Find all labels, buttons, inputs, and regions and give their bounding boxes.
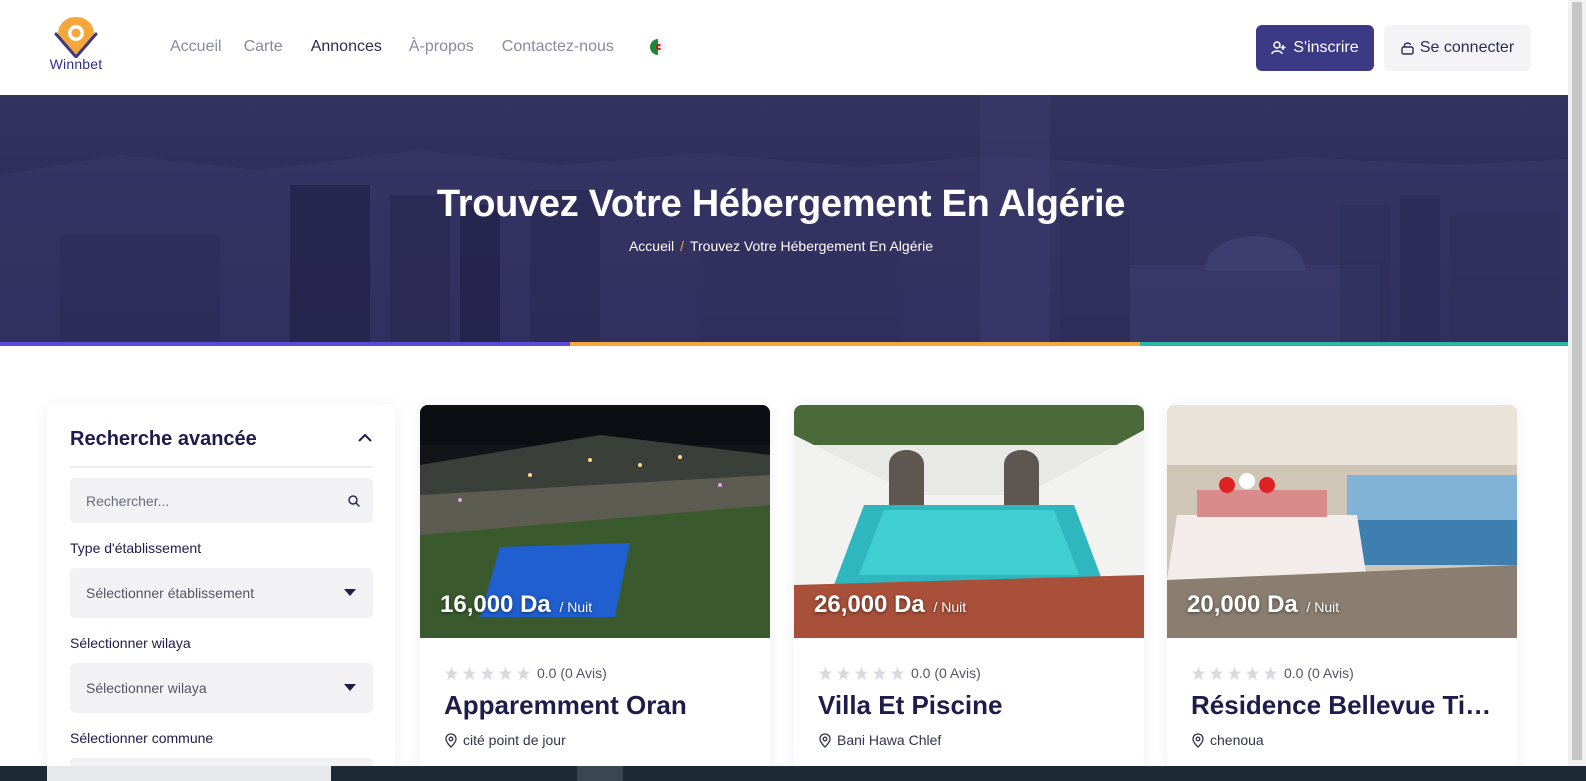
nav-contactez-nous[interactable]: Contactez-nous	[502, 38, 614, 56]
rating-stars: 0.0 (0 Avis)	[1191, 665, 1354, 681]
listing-title[interactable]: Résidence Bellevue Tipaza	[1191, 690, 1497, 721]
map-pin-icon	[1192, 732, 1204, 748]
wilaya-label: Sélectionner wilaya	[70, 635, 191, 651]
star-icon	[872, 666, 887, 680]
establishment-type-label: Type d'établissement	[70, 540, 202, 556]
star-icon	[1227, 666, 1242, 680]
wilaya-select[interactable]: Sélectionner wilaya	[70, 663, 373, 713]
breadcrumb-separator: /	[680, 238, 684, 254]
star-icon	[1263, 666, 1278, 680]
rating-text: 0.0 (0 Avis)	[537, 665, 607, 681]
listing-price: 26,000 Da / Nuit	[814, 591, 967, 618]
hero-color-stripe	[0, 342, 1568, 346]
listing-card[interactable]: 26,000 Da / Nuit 0.0 (0 Avis) Villa Et P…	[794, 405, 1144, 781]
search-icon[interactable]	[347, 494, 361, 508]
scrollbar-thumb[interactable]	[1572, 2, 1582, 760]
star-icon	[498, 666, 513, 680]
login-label: Se connecter	[1419, 39, 1515, 56]
star-icon	[854, 666, 869, 680]
breadcrumb: Accueil / Trouvez Votre Hébergement En Alg…	[0, 238, 1562, 254]
search-input[interactable]	[70, 478, 373, 523]
star-icon	[462, 666, 477, 680]
rating-text: 0.0 (0 Avis)	[911, 665, 981, 681]
caret-down-icon	[344, 684, 356, 691]
star-icon	[818, 666, 833, 680]
nav-carte[interactable]: Carte	[244, 38, 283, 56]
listing-card[interactable]: 16,000 Da / Nuit 0.0 (0 Avis) Apparemmen…	[420, 405, 770, 781]
listing-title[interactable]: Apparemment Oran	[444, 690, 750, 721]
advanced-search-title: Recherche avancée	[70, 428, 257, 450]
breadcrumb-home[interactable]: Accueil	[629, 238, 674, 254]
star-icon	[1209, 666, 1224, 680]
location-pin-logo-icon	[54, 17, 98, 58]
listing-location: chenoua	[1191, 732, 1264, 748]
star-icon	[516, 666, 531, 680]
page-scrollbar[interactable]	[1568, 0, 1586, 766]
language-flag-icon[interactable]	[649, 39, 666, 55]
map-pin-icon	[819, 732, 831, 748]
hero-banner: Trouvez Votre Hébergement En Algérie Acc…	[0, 95, 1568, 342]
lock-icon	[1401, 42, 1414, 55]
star-icon	[444, 666, 459, 680]
star-icon	[1191, 666, 1206, 680]
star-icon	[1245, 666, 1260, 680]
listing-location: Bani Hawa Chlef	[818, 732, 941, 748]
page-title: Trouvez Votre Hébergement En Algérie	[436, 183, 1126, 225]
listing-price: 20,000 Da / Nuit	[1187, 591, 1340, 618]
caret-down-icon	[344, 589, 356, 596]
rating-text: 0.0 (0 Avis)	[1284, 665, 1354, 681]
commune-label: Sélectionner commune	[70, 730, 214, 746]
star-icon	[836, 666, 851, 680]
advanced-search-header[interactable]: Recherche avancée	[70, 428, 373, 468]
signup-button[interactable]: S'inscrire	[1256, 25, 1374, 71]
rating-stars: 0.0 (0 Avis)	[818, 665, 981, 681]
login-button[interactable]: Se connecter	[1384, 25, 1531, 71]
nav-accueil[interactable]: Accueil	[170, 38, 222, 56]
rating-stars: 0.0 (0 Avis)	[444, 665, 607, 681]
map-pin-icon	[445, 732, 457, 748]
site-header: Winnbet Accueil Carte Annonces À-propos …	[0, 0, 1568, 95]
star-icon	[890, 666, 905, 680]
os-taskbar	[0, 766, 1586, 781]
establishment-type-select[interactable]: Sélectionner établissement	[70, 568, 373, 618]
advanced-search-panel: Recherche avancée Type d'établissement S…	[47, 404, 395, 781]
breadcrumb-current: Trouvez Votre Hébergement En Algérie	[689, 238, 934, 254]
chevron-up-icon[interactable]	[357, 430, 373, 446]
main-nav: Accueil Carte Annonces À-propos Contacte…	[170, 38, 666, 56]
add-user-icon	[1271, 41, 1286, 55]
wilaya-value: Sélectionner wilaya	[86, 680, 207, 696]
brand-logo[interactable]: Winnbet	[44, 14, 108, 78]
star-icon	[480, 666, 495, 680]
brand-name: Winnbet	[49, 56, 103, 72]
establishment-type-value: Sélectionner établissement	[86, 585, 255, 601]
nav-annonces[interactable]: Annonces	[311, 38, 382, 56]
nav-a-propos[interactable]: À-propos	[409, 38, 474, 56]
listing-title[interactable]: Villa Et Piscine	[818, 690, 1124, 721]
signup-label: S'inscrire	[1293, 39, 1359, 56]
listing-price: 16,000 Da / Nuit	[440, 591, 593, 618]
listing-card[interactable]: 20,000 Da / Nuit 0.0 (0 Avis) Résidence …	[1167, 405, 1517, 781]
listing-location: cité point de jour	[444, 732, 566, 748]
